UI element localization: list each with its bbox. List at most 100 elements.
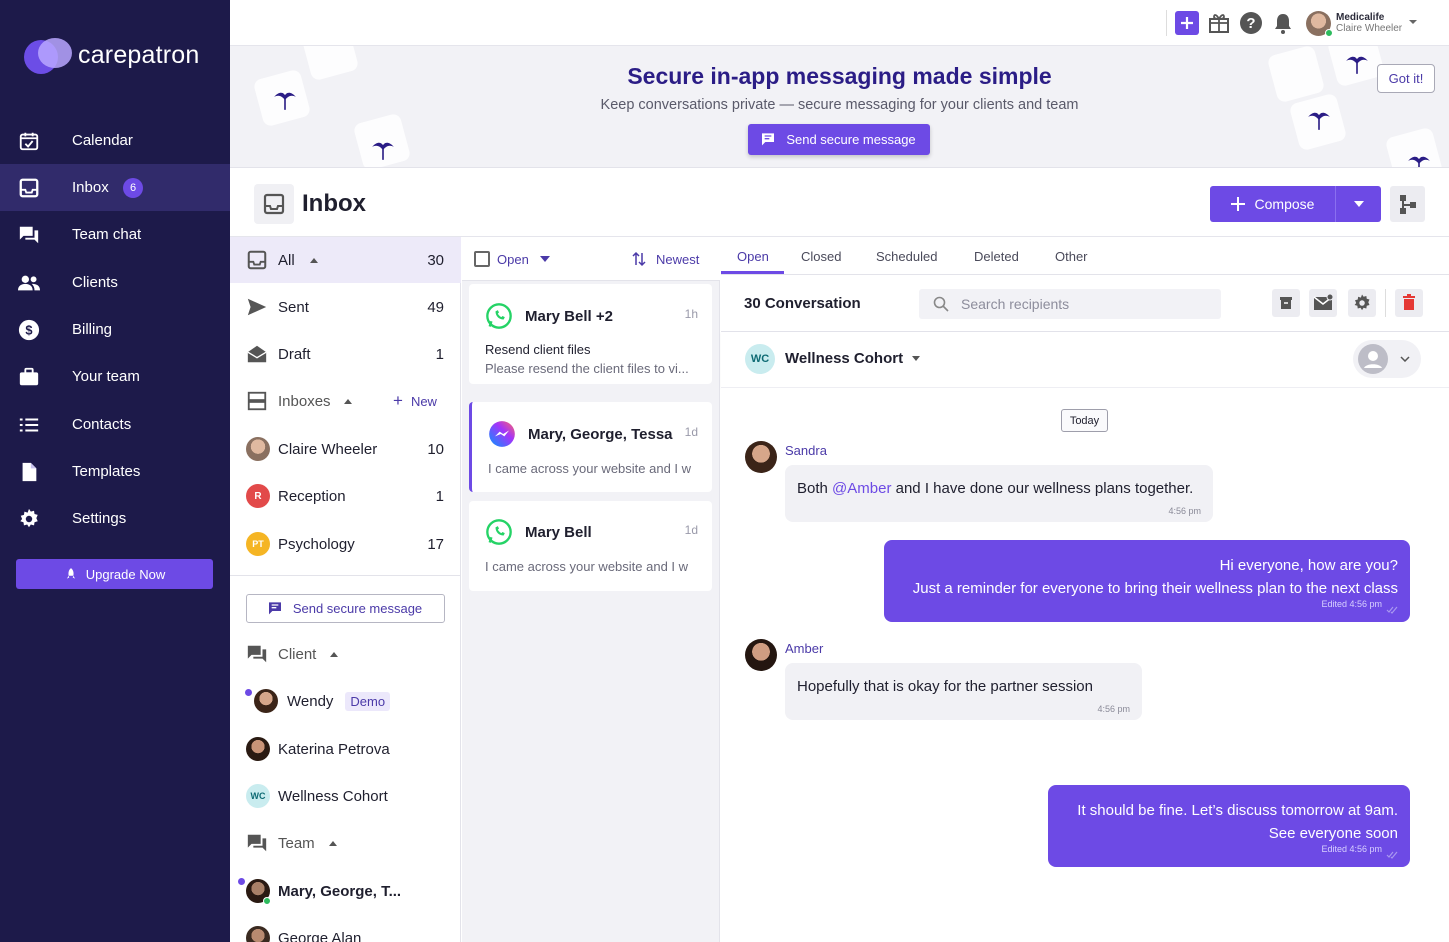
hierarchy-icon: [1400, 195, 1416, 214]
message-icon: [762, 132, 775, 145]
hierarchy-view-button[interactable]: [1390, 186, 1425, 222]
new-inbox-button[interactable]: + New: [393, 391, 437, 411]
sort-order[interactable]: Newest: [656, 252, 699, 267]
avatar: [254, 689, 278, 713]
client-katerina-petrova[interactable]: Katerina Petrova: [230, 726, 461, 772]
compose-dropdown-button[interactable]: [1336, 186, 1381, 222]
chevron-down-icon: [1400, 356, 1410, 362]
new-label: New: [410, 394, 437, 409]
inbox-count: 1: [435, 487, 444, 505]
inbox-psychology[interactable]: PT Psychology 17: [230, 521, 461, 567]
inbox-claire-wheeler[interactable]: Claire Wheeler 10: [230, 426, 461, 472]
folder-all[interactable]: All 30: [230, 237, 461, 283]
inboxes-section-header[interactable]: Inboxes + New: [230, 378, 461, 424]
search-recipients-input[interactable]: Search recipients: [919, 289, 1221, 319]
sidebar-item-billing[interactable]: $ Billing: [0, 306, 230, 353]
client-wendy[interactable]: Wendy Demo: [230, 678, 461, 724]
add-icon[interactable]: [1175, 11, 1199, 35]
folder-count: 49: [427, 298, 444, 316]
sidebar-item-settings[interactable]: Settings: [0, 495, 230, 542]
send-secure-message-button[interactable]: Send secure message: [246, 594, 445, 623]
sidebar-item-contacts[interactable]: Contacts: [0, 401, 230, 448]
thread-subject: Resend client files: [485, 342, 591, 357]
thread-card[interactable]: Mary Bell 1d I came across your website …: [469, 501, 712, 591]
thread-card[interactable]: Mary, George, Tessa 1d I came across you…: [469, 402, 712, 492]
team-mary-george[interactable]: Mary, George, T...: [230, 868, 461, 914]
client-label: Wendy Demo: [287, 691, 391, 711]
message-line: Hi everyone, how are you?: [1219, 557, 1398, 574]
chat-icon: [247, 834, 267, 852]
bell-icon[interactable]: [1271, 11, 1295, 35]
client-section-header[interactable]: Client: [230, 631, 461, 677]
promo-banner: Secure in-app messaging made simple Keep…: [230, 46, 1449, 168]
team-label: George Alan: [278, 929, 362, 942]
delete-button[interactable]: [1395, 289, 1423, 317]
message-sender: Amber: [785, 641, 824, 656]
sidebar-item-team-chat[interactable]: Team chat: [0, 211, 230, 258]
folder-draft[interactable]: Draft 1: [230, 331, 461, 377]
tab-deleted[interactable]: Deleted: [974, 249, 1019, 264]
document-icon: [22, 462, 37, 482]
folder-sent[interactable]: Sent 49: [230, 284, 461, 330]
cta-label: Send secure message: [786, 132, 916, 147]
tab-open[interactable]: Open: [737, 249, 769, 264]
help-icon[interactable]: ?: [1239, 11, 1263, 35]
folder-label: All: [278, 251, 295, 269]
gear-icon: [1354, 294, 1370, 311]
avatar: R: [246, 484, 270, 508]
inbox-label: Reception: [278, 487, 346, 505]
message-text: Both @Amber and I have done our wellness…: [797, 480, 1193, 497]
settings-button[interactable]: [1348, 289, 1376, 317]
team-section-header[interactable]: Team: [230, 820, 461, 866]
carepatron-logo[interactable]: carepatron: [24, 36, 200, 74]
clients-icon: [18, 275, 40, 291]
compose-label: Compose: [1254, 196, 1315, 212]
sidebar-item-your-team[interactable]: Your team: [0, 353, 230, 400]
inbox-label: Claire Wheeler: [278, 440, 378, 458]
sidebar-item-label: Team chat: [72, 226, 142, 243]
group-name[interactable]: Wellness Cohort: [785, 350, 903, 367]
messenger-icon: [489, 421, 515, 447]
sidebar-item-label: Clients: [72, 274, 118, 291]
chat-icon: [19, 226, 39, 244]
sidebar-item-label: Templates: [72, 463, 141, 480]
sidebar-item-templates[interactable]: Templates: [0, 448, 230, 495]
team-label: Mary, George, T...: [278, 882, 402, 900]
archive-button[interactable]: [1272, 289, 1300, 317]
select-all-checkbox[interactable]: [474, 251, 490, 267]
tab-closed[interactable]: Closed: [801, 249, 841, 264]
assignee-selector[interactable]: [1353, 340, 1421, 378]
compose-button[interactable]: Compose: [1210, 186, 1336, 222]
chevron-down-icon[interactable]: [912, 356, 920, 361]
chevron-up-icon[interactable]: [310, 257, 318, 263]
mark-unread-button[interactable]: [1309, 289, 1337, 317]
gift-icon[interactable]: [1207, 11, 1231, 35]
thread-time: 1d: [684, 523, 698, 537]
tab-other[interactable]: Other: [1055, 249, 1088, 264]
send-secure-label: Send secure message: [292, 601, 423, 616]
svg-text:?: ?: [1246, 15, 1255, 32]
mention[interactable]: @Amber: [832, 480, 891, 497]
divider: [1166, 10, 1167, 36]
status-filter[interactable]: Open: [497, 252, 529, 267]
tab-scheduled[interactable]: Scheduled: [876, 249, 937, 264]
sidebar-item-calendar[interactable]: Calendar: [0, 117, 230, 164]
page-title: Inbox: [302, 190, 366, 217]
compose-button-group: Compose: [1210, 186, 1381, 222]
sidebar-item-inbox[interactable]: Inbox 6: [0, 164, 230, 211]
inbox-count: 10: [427, 440, 444, 458]
inbox-reception[interactable]: R Reception 1: [230, 473, 461, 519]
sort-icon[interactable]: [632, 251, 646, 267]
team-george-alan[interactable]: George Alan: [230, 915, 461, 942]
got-it-button[interactable]: Got it!: [1377, 64, 1435, 93]
thread-card[interactable]: Mary Bell +2 1h Resend client files Plea…: [469, 284, 712, 384]
chevron-down-icon[interactable]: [540, 256, 550, 262]
client-wellness-cohort[interactable]: WC Wellness Cohort: [230, 773, 461, 819]
section-label: Client: [278, 645, 317, 663]
upgrade-now-button[interactable]: Upgrade Now: [16, 559, 213, 589]
user-menu[interactable]: Medicalife Claire Wheeler: [1306, 10, 1426, 38]
read-check-icon: [1386, 606, 1398, 614]
send-secure-message-button[interactable]: Send secure message: [748, 124, 930, 155]
sidebar-item-clients[interactable]: Clients: [0, 259, 230, 306]
sidebar-item-label: Your team: [72, 368, 140, 385]
